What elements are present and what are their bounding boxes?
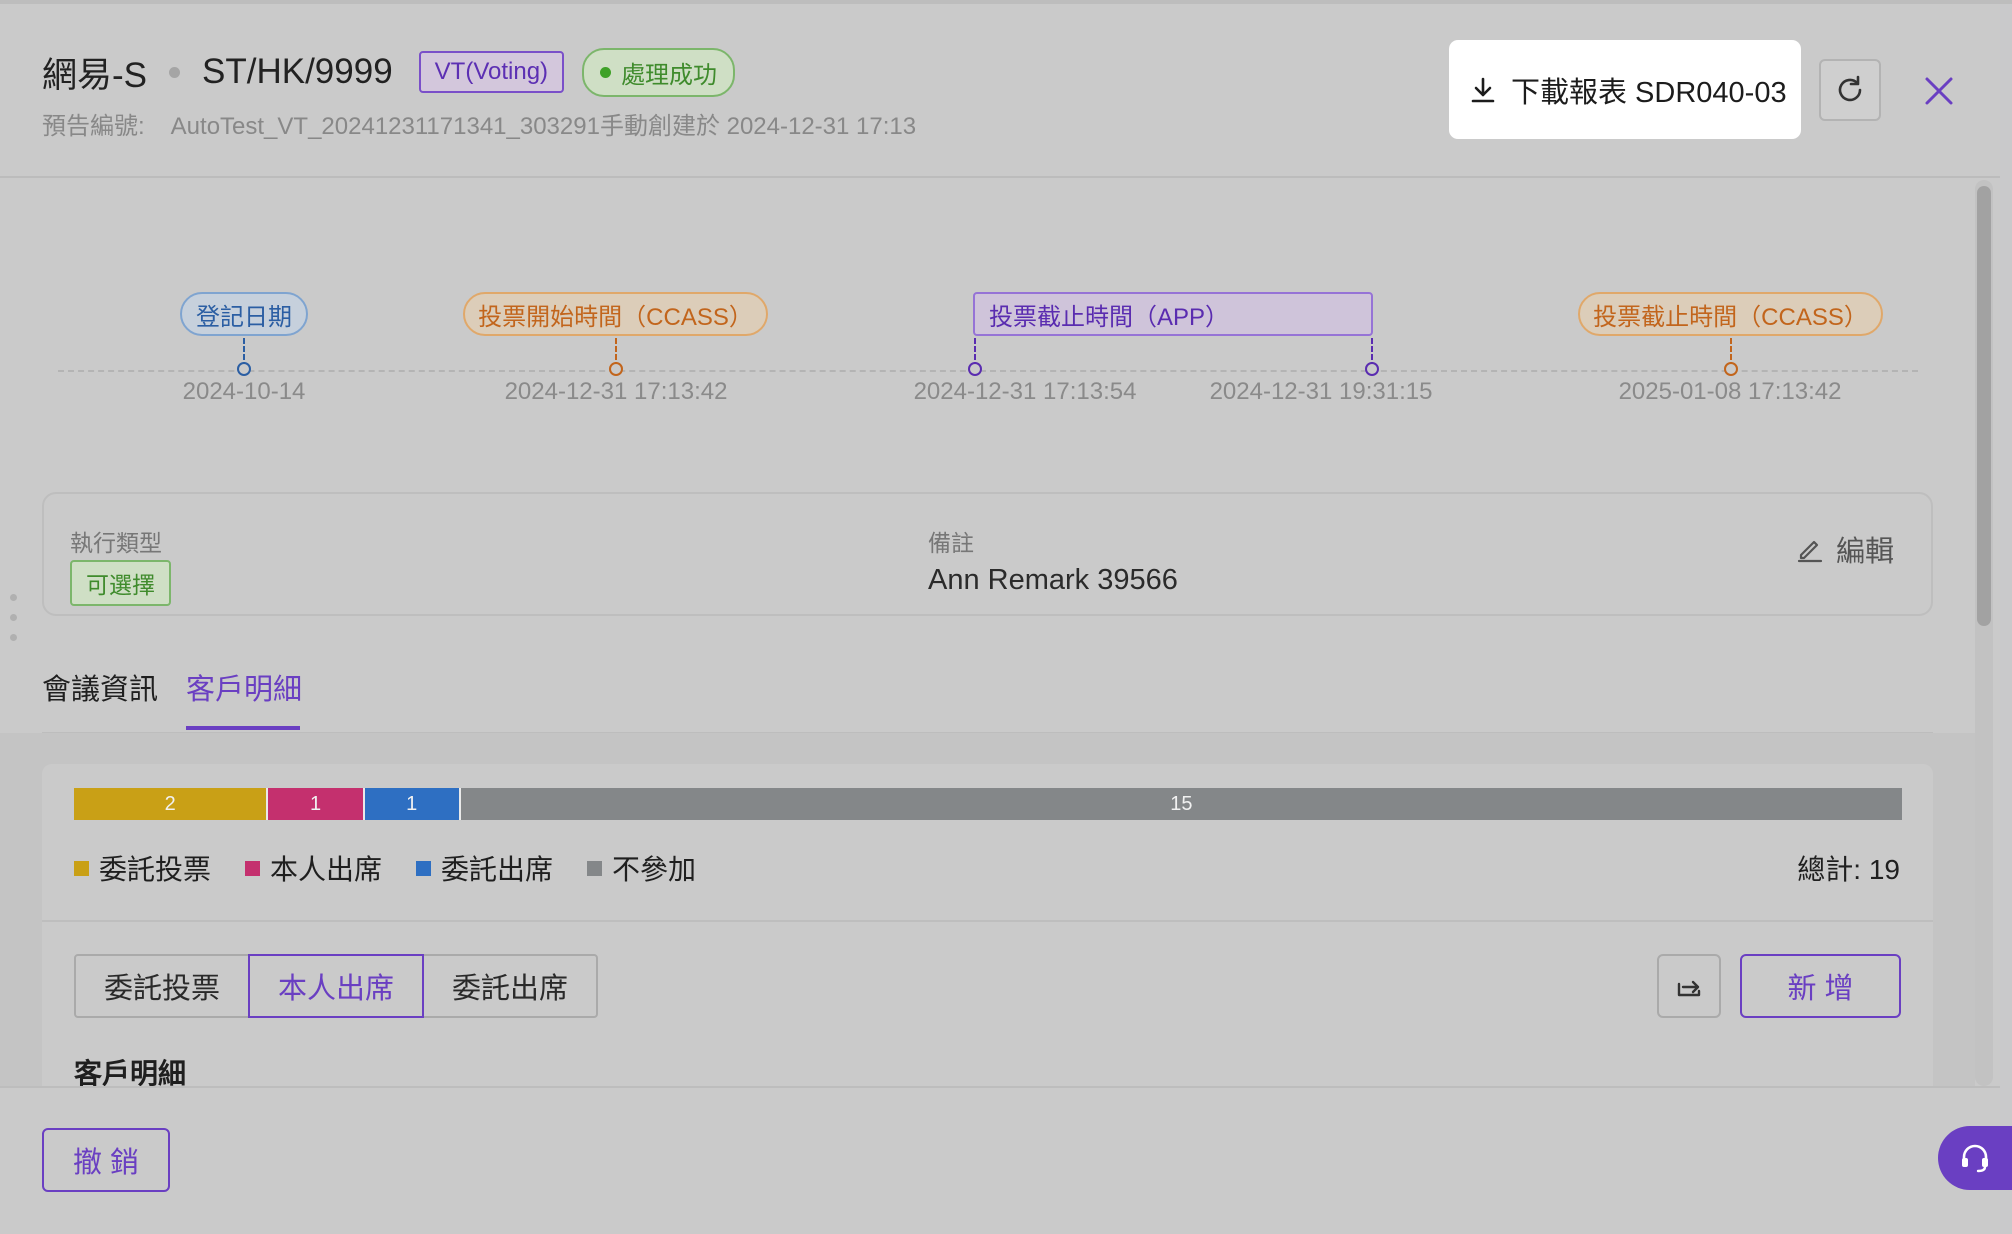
legend-item: 不參加 (587, 848, 696, 888)
add-button[interactable]: 新 增 (1740, 954, 1901, 1018)
resize-handle-dot[interactable] (10, 634, 17, 641)
remark-label: 備註 (928, 530, 974, 556)
title-row: 網易-S ST/HK/9999 VT(Voting) 處理成功 (42, 46, 736, 98)
timeline-axis (58, 370, 1918, 372)
bar-segment-1: 2 (74, 788, 267, 820)
legend-label: 本人出席 (270, 854, 383, 885)
legend-swatch (245, 860, 261, 876)
refresh-icon (1838, 75, 1862, 102)
timeline-date: 2024-12-31 19:31:15 (1209, 378, 1433, 405)
bar-segment-2: 1 (266, 788, 363, 820)
active-tab-indicator (186, 726, 300, 730)
timeline-node (237, 362, 251, 376)
legend-swatch (416, 860, 432, 876)
notice-number: 預告編號: AutoTest_VT_20241231171341_303291手動… (42, 106, 916, 141)
resize-handle-dot[interactable] (10, 614, 17, 621)
status-badge-label: 處理成功 (621, 61, 718, 89)
headset-icon (1962, 1144, 1988, 1173)
tab-client-detail[interactable]: 客戶明細 (186, 666, 302, 708)
bar-segment-4: 15 (458, 788, 1902, 820)
timeline-date: 2024-12-31 17:13:54 (913, 378, 1137, 405)
timeline-date: 2024-12-31 17:13:42 (504, 378, 728, 405)
filter-proxy-vote[interactable]: 委託投票 (74, 954, 250, 1018)
legend-item: 本人出席 (245, 848, 382, 888)
close-icon (1925, 77, 1953, 105)
export-icon (1677, 980, 1701, 997)
exec-type-tag: 可選擇 (70, 560, 171, 606)
status-dot-icon (600, 66, 612, 78)
filter-attend-in-person[interactable]: 本人出席 (248, 954, 424, 1018)
timeline-node (968, 362, 982, 376)
bar-segment-label: 2 (164, 792, 176, 815)
info-card: 執行類型 可選擇 備註 Ann Remark 39566 編輯 (42, 492, 1933, 616)
timeline-date: 2024-10-14 (182, 378, 306, 405)
revoke-button[interactable]: 撤 銷 (42, 1128, 170, 1192)
timeline-label-ccass-start: 投票開始時間（CCASS） (463, 292, 768, 336)
drawer-header: 網易-S ST/HK/9999 VT(Voting) 處理成功 預告編號: Aut… (0, 0, 2000, 178)
bar-segment-3: 1 (362, 788, 459, 820)
download-report-button[interactable]: 下載報表 SDR040-03 (1449, 40, 1801, 139)
timeline-label-app-deadline: 投票截止時間（APP） (973, 292, 1373, 336)
filter-proxy-attend[interactable]: 委託出席 (422, 954, 598, 1018)
bar-segment-label: 15 (1170, 792, 1193, 815)
timeline-node (1724, 362, 1738, 376)
event-type-tag: VT(Voting) (418, 51, 565, 93)
chart-legend: 委託投票 本人出席 委託出席 不參加 (74, 848, 696, 888)
attendance-filter: 委託投票 本人出席 委託出席 (74, 954, 598, 1018)
scrollbar-thumb[interactable] (1977, 186, 1991, 626)
divider (42, 920, 1933, 922)
title-separator (169, 66, 181, 78)
resize-handle-dot[interactable] (10, 594, 17, 601)
timeline-label-ccass-deadline: 投票截止時間（CCASS） (1578, 292, 1883, 336)
legend-item: 委託出席 (416, 848, 553, 888)
timeline-label-registration: 登記日期 (180, 292, 308, 336)
export-button[interactable] (1657, 954, 1721, 1018)
timeline-date: 2025-01-08 17:13:42 (1618, 378, 1842, 405)
timeline-node (1365, 362, 1379, 376)
legend-label: 委託出席 (441, 854, 554, 885)
legend-swatch (587, 860, 603, 876)
legend-swatch (74, 860, 89, 876)
legend-label: 委託投票 (99, 854, 212, 885)
edit-icon (1797, 540, 1823, 563)
download-report-label: 下載報表 SDR040-03 (1511, 76, 1787, 109)
page-title: 網易-S (42, 55, 148, 95)
timeline-node (609, 362, 623, 376)
drawer-footer (0, 1086, 2000, 1234)
bar-segment-label: 1 (406, 792, 418, 815)
legend-label: 不參加 (612, 854, 697, 885)
status-badge: 處理成功 (582, 47, 736, 97)
exec-type-label: 執行類型 (70, 530, 162, 556)
edit-button[interactable]: 編輯 (1796, 528, 1894, 570)
stock-code: ST/HK/9999 (202, 52, 393, 91)
refresh-button[interactable] (1819, 59, 1881, 121)
notice-number-label: 預告編號: (42, 113, 145, 140)
download-icon (1471, 77, 1495, 102)
close-button[interactable] (1916, 66, 1962, 116)
notice-number-value: AutoTest_VT_20241231171341_303291手動創建於 2… (170, 113, 917, 140)
edit-label: 編輯 (1836, 536, 1895, 568)
help-button[interactable] (1938, 1126, 2012, 1190)
stacked-bar-chart: 2 1 1 15 (74, 788, 1902, 820)
legend-item: 委託投票 (74, 848, 211, 888)
total-count: 總計: 19 (1797, 854, 1900, 885)
bar-segment-label: 1 (309, 792, 322, 815)
remark-value: Ann Remark 39566 (928, 564, 1178, 596)
tab-bar: 會議資訊 客戶明細 (42, 660, 1933, 734)
tab-meeting-info[interactable]: 會議資訊 (42, 666, 158, 708)
